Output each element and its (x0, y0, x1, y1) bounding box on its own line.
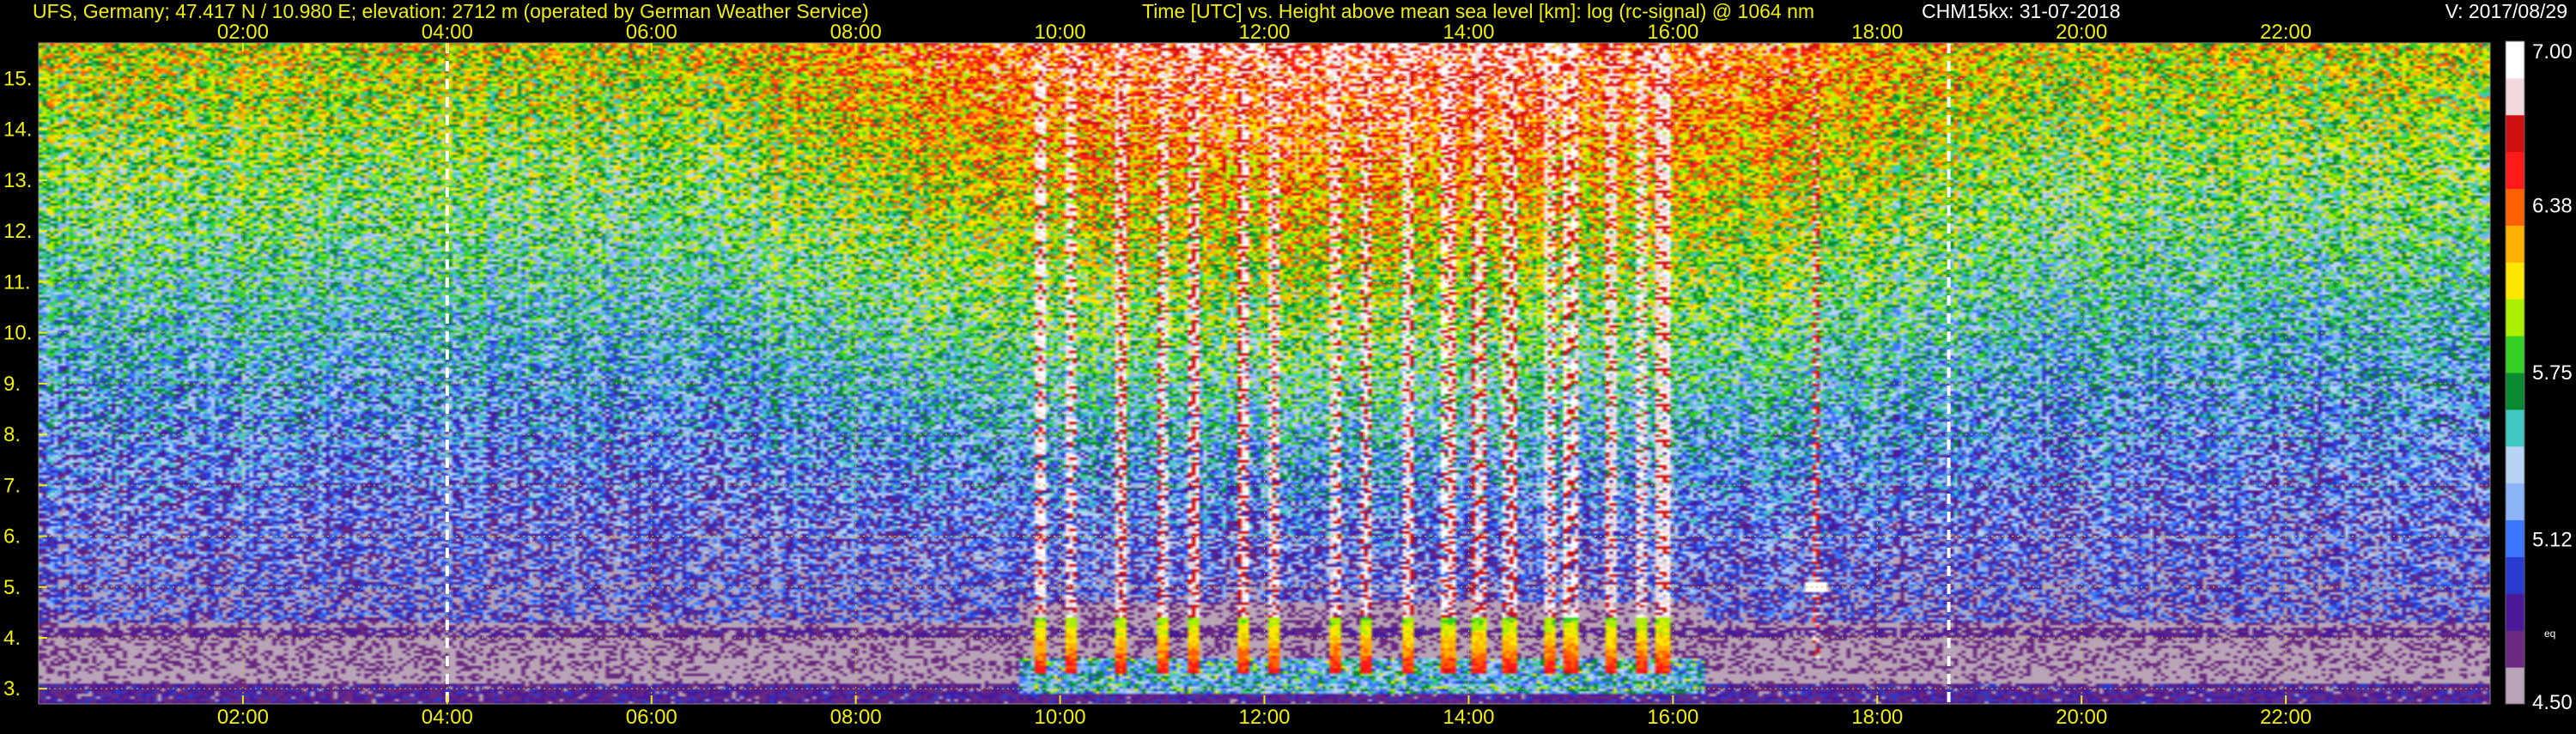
x-tick-label-bottom: 04:00 (422, 706, 473, 729)
version-label: V: 2017/08/29 (2445, 0, 2567, 22)
colorbar-segment (2506, 262, 2524, 300)
ceilometer-plot: UFS, Germany; 47.417 N / 10.980 E; eleva… (0, 0, 2576, 730)
y-tick-label: 11. (3, 270, 31, 294)
colorbar-segment (2506, 151, 2524, 190)
colorbar-segment (2506, 446, 2524, 484)
x-tick-label-bottom: 16:00 (1647, 706, 1698, 729)
colorbar-segment (2506, 225, 2524, 263)
x-tick-label-bottom: 10:00 (1035, 706, 1086, 729)
x-tick-label-top: 18:00 (1851, 21, 1903, 44)
x-tick-label-bottom: 08:00 (830, 706, 882, 729)
colorbar-segment (2506, 409, 2524, 447)
x-tick-label-bottom: 22:00 (2260, 706, 2312, 729)
y-tick-label: 13. (3, 169, 32, 192)
y-tick-label: 9. (3, 373, 21, 396)
x-tick-label-top: 20:00 (2056, 21, 2107, 44)
x-tick-label-top: 12:00 (1238, 21, 1290, 44)
x-tick-label-top: 14:00 (1443, 21, 1494, 44)
colorbar-segment (2506, 373, 2524, 410)
y-tick-label: 10. (3, 322, 32, 345)
y-tick-label: 5. (3, 576, 21, 599)
x-tick-label-bottom: 12:00 (1238, 706, 1290, 729)
y-tick-label: 14. (3, 118, 32, 142)
x-tick-label-bottom: 20:00 (2056, 706, 2107, 729)
colorbar-segment (2506, 519, 2524, 557)
colorbar (2505, 40, 2525, 705)
y-tick-label: 12. (3, 220, 32, 243)
x-tick-label-top: 10:00 (1035, 21, 1086, 44)
y-tick-label: 6. (3, 525, 21, 549)
x-tick-label-bottom: 06:00 (626, 706, 677, 729)
x-tick-label-bottom: 14:00 (1443, 706, 1494, 729)
plot-title: Time [UTC] vs. Height above mean sea lev… (1142, 0, 1814, 22)
colorbar-sublabel: eq (2544, 628, 2555, 640)
colorbar-tick-label: 7.00 (2532, 40, 2573, 64)
x-tick-label-top: 04:00 (422, 21, 473, 44)
colorbar-segment (2506, 77, 2524, 116)
colorbar-segment (2506, 336, 2524, 373)
colorbar-tick-label: 5.12 (2532, 529, 2573, 552)
station-info: UFS, Germany; 47.417 N / 10.980 E; eleva… (33, 0, 869, 22)
y-tick-label: 8. (3, 423, 21, 446)
colorbar-segment (2506, 482, 2524, 521)
colorbar-segment (2506, 299, 2524, 337)
colorbar-segment (2506, 188, 2524, 226)
y-tick-label: 3. (3, 677, 21, 701)
x-tick-label-top: 06:00 (626, 21, 677, 44)
y-tick-label: 7. (3, 474, 21, 497)
instrument-date: CHM15kx: 31-07-2018 (1922, 0, 2120, 22)
x-tick-label-top: 16:00 (1647, 21, 1698, 44)
colorbar-segment (2506, 593, 2524, 631)
ceilometer-heatmap-svg: UFS, Germany; 47.417 N / 10.980 E; eleva… (0, 0, 2576, 730)
colorbar-segment (2506, 667, 2524, 705)
x-tick-label-top: 02:00 (217, 21, 269, 44)
colorbar-tick-label: 5.75 (2532, 361, 2573, 385)
x-tick-label-bottom: 18:00 (1851, 706, 1903, 729)
colorbar-segment (2506, 556, 2524, 594)
x-tick-label-bottom: 02:00 (217, 706, 269, 729)
colorbar-tick-label: 6.38 (2532, 194, 2573, 217)
colorbar-segment (2506, 630, 2524, 668)
x-tick-label-top: 08:00 (830, 21, 882, 44)
colorbar-tick-label: 4.50 (2532, 691, 2573, 714)
y-tick-label: 15. (3, 67, 32, 90)
colorbar-segment (2506, 114, 2524, 153)
y-tick-label: 4. (3, 627, 21, 650)
colorbar-segment (2506, 41, 2524, 79)
x-tick-label-top: 22:00 (2260, 21, 2312, 44)
